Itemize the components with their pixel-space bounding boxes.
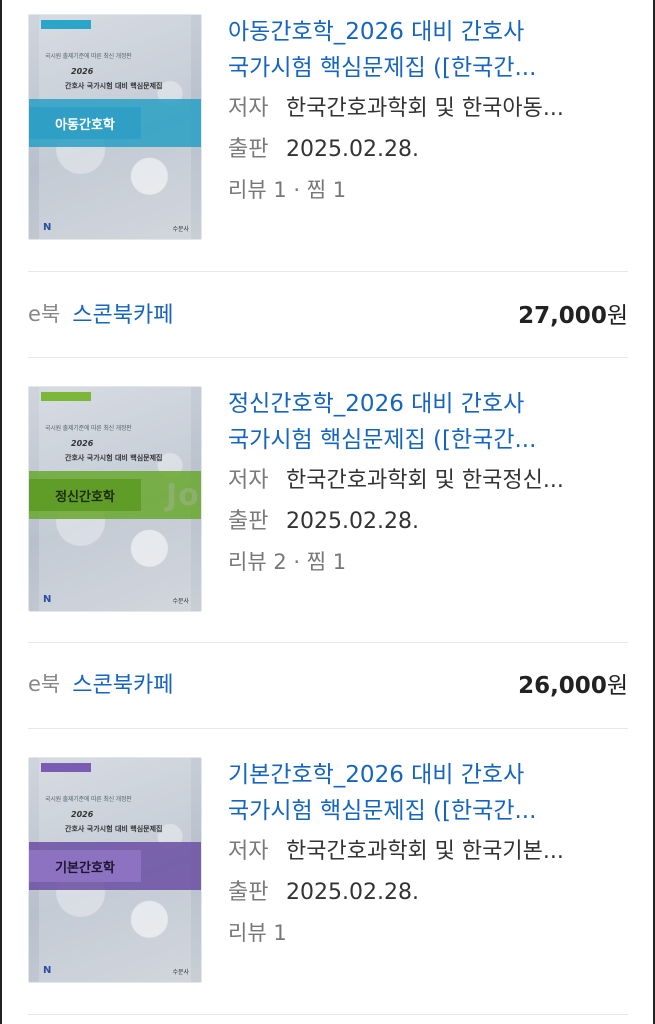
book-item[interactable]: 국시원 출제기준에 따른 최신 개정판 2026 간호사 국가시험 대비 핵심문…: [28, 386, 628, 641]
publisher-name: 수문사: [172, 226, 189, 233]
book-title-line2[interactable]: 국가시험 핵심문제집 ([한국간...: [228, 422, 624, 458]
author-label: 저자: [228, 839, 269, 864]
author-value[interactable]: 한국간호과학회 및 한국기본...: [286, 831, 621, 872]
book-meta: 저자 한국간호과학회 및 한국기본... 출판 2025.02.28. 리뷰 1: [228, 831, 628, 954]
format-label: e북: [28, 672, 61, 696]
publisher-name: 수문사: [172, 598, 189, 605]
watermark: Jo: [166, 478, 200, 513]
publisher-logo: N: [43, 594, 52, 605]
book-title-link[interactable]: 정신간호학_2026 대비 간호사 국가시험 핵심문제집 ([한국간...: [228, 386, 628, 458]
publisher-logo: N: [43, 222, 52, 233]
seller-link[interactable]: 스콘북카페: [72, 297, 173, 329]
book-title-line1[interactable]: 기본간호학_2026 대비 간호사: [228, 757, 624, 793]
review-stats[interactable]: 리뷰 2 · 찜 1: [228, 542, 628, 583]
cover-year: 2026: [71, 439, 94, 448]
cover-year: 2026: [71, 67, 94, 76]
cover-headline: 간호사 국가시험 대비 핵심문제집: [65, 82, 163, 90]
sale-row[interactable]: e북 스콘북카페 27,000원: [28, 293, 628, 333]
publish-date: 2025.02.28.: [286, 137, 419, 162]
book-meta: 저자 한국간호과학회 및 한국정신... 출판 2025.02.28. 리뷰 2 ·…: [228, 460, 628, 583]
book-title-line1[interactable]: 정신간호학_2026 대비 간호사: [228, 386, 624, 422]
publish-date: 2025.02.28.: [286, 880, 419, 905]
publish-label: 출판: [228, 137, 269, 162]
cover-label: 기본간호학: [29, 850, 141, 882]
book-title-line1[interactable]: 아동간호학_2026 대비 간호사: [228, 14, 624, 50]
book-meta: 저자 한국간호과학회 및 한국아동... 출판 2025.02.28. 리뷰 1 ·…: [228, 88, 628, 211]
price: 26,000원: [518, 666, 628, 700]
sale-row[interactable]: e북 스콘북카페 26,000원: [28, 663, 628, 703]
cover-label: 정신간호학: [29, 479, 141, 511]
price-currency: 원: [606, 673, 628, 699]
book-title-line2[interactable]: 국가시험 핵심문제집 ([한국간...: [228, 793, 624, 829]
cover-subtitle: 국시원 출제기준에 따른 최신 개정판: [45, 796, 132, 803]
publisher-name: 수문사: [172, 969, 189, 976]
book-title-link[interactable]: 기본간호학_2026 대비 간호사 국가시험 핵심문제집 ([한국간...: [228, 757, 628, 829]
cover-tag: [41, 392, 91, 401]
cover-subtitle: 국시원 출제기준에 따른 최신 개정판: [45, 425, 132, 432]
book-cover[interactable]: 국시원 출제기준에 따른 최신 개정판 2026 간호사 국가시험 대비 핵심문…: [28, 757, 202, 983]
book-title-line2[interactable]: 국가시험 핵심문제집 ([한국간...: [228, 50, 624, 86]
seller-link[interactable]: 스콘북카페: [72, 667, 173, 699]
publish-date: 2025.02.28.: [286, 509, 419, 534]
divider: [28, 1014, 628, 1015]
cover-headline: 간호사 국가시험 대비 핵심문제집: [65, 825, 163, 833]
book-info: 정신간호학_2026 대비 간호사 국가시험 핵심문제집 ([한국간... 저자…: [228, 386, 628, 583]
cover-headline: 간호사 국가시험 대비 핵심문제집: [65, 454, 163, 462]
divider: [28, 271, 628, 272]
price-currency: 원: [606, 303, 628, 329]
format-label: e북: [28, 302, 61, 326]
cover-tag: [41, 20, 91, 29]
author-value[interactable]: 한국간호과학회 및 한국정신...: [286, 460, 621, 501]
cover-year: 2026: [71, 810, 94, 819]
divider: [28, 642, 628, 643]
cover-label: 아동간호학: [29, 107, 141, 139]
book-item[interactable]: 국시원 출제기준에 따른 최신 개정판 2026 간호사 국가시험 대비 핵심문…: [28, 757, 628, 1012]
cover-tag: [41, 763, 91, 772]
price-amount: 27,000: [518, 303, 607, 329]
book-title-link[interactable]: 아동간호학_2026 대비 간호사 국가시험 핵심문제집 ([한국간...: [228, 14, 628, 86]
review-stats[interactable]: 리뷰 1: [228, 913, 628, 954]
cover-subtitle: 국시원 출제기준에 따른 최신 개정판: [45, 53, 132, 60]
price-amount: 26,000: [518, 673, 607, 699]
author-label: 저자: [228, 96, 269, 121]
publisher-logo: N: [43, 965, 52, 976]
divider: [28, 357, 628, 358]
divider: [28, 728, 628, 729]
book-info: 기본간호학_2026 대비 간호사 국가시험 핵심문제집 ([한국간... 저자…: [228, 757, 628, 954]
book-info: 아동간호학_2026 대비 간호사 국가시험 핵심문제집 ([한국간... 저자…: [228, 14, 628, 211]
author-value[interactable]: 한국간호과학회 및 한국아동...: [286, 88, 621, 129]
price: 27,000원: [518, 296, 628, 330]
author-label: 저자: [228, 468, 269, 493]
review-stats[interactable]: 리뷰 1 · 찜 1: [228, 170, 628, 211]
publish-label: 출판: [228, 509, 269, 534]
publish-label: 출판: [228, 880, 269, 905]
book-item[interactable]: 국시원 출제기준에 따른 최신 개정판 2026 간호사 국가시험 대비 핵심문…: [28, 14, 628, 269]
book-cover[interactable]: 국시원 출제기준에 따른 최신 개정판 2026 간호사 국가시험 대비 핵심문…: [28, 14, 202, 240]
